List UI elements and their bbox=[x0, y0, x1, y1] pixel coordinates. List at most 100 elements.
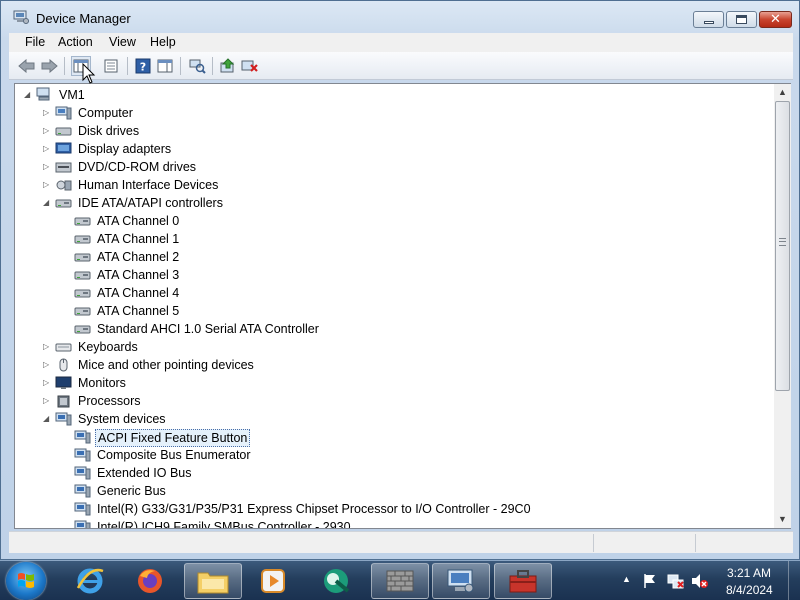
collapse-arrow-icon[interactable]: ◢ bbox=[43, 198, 52, 207]
keyboard-icon bbox=[55, 343, 72, 352]
tree-device-node[interactable]: Intel(R) G33/G31/P35/P31 Express Chipset… bbox=[15, 500, 775, 518]
window-title: Device Manager bbox=[36, 11, 131, 26]
tree-category-node[interactable]: ▷ Monitors bbox=[15, 374, 775, 392]
tree-device-node[interactable]: Generic Bus bbox=[15, 482, 775, 500]
collapse-arrow-icon[interactable]: ◢ bbox=[24, 90, 33, 99]
expand-arrow-icon[interactable]: ▷ bbox=[43, 108, 52, 117]
expand-arrow-icon[interactable]: ▷ bbox=[43, 126, 52, 135]
toolbar-separator bbox=[64, 57, 65, 75]
forward-button[interactable] bbox=[39, 56, 59, 76]
taskbar-toolbox[interactable] bbox=[494, 563, 552, 599]
scrollbar-thumb[interactable] bbox=[775, 101, 790, 391]
update-driver-button[interactable] bbox=[218, 56, 238, 76]
status-separator bbox=[695, 534, 696, 552]
taskbar-device-manager[interactable] bbox=[432, 563, 490, 599]
vertical-scrollbar[interactable]: ▲ ▼ bbox=[774, 84, 791, 528]
tree-device-node[interactable]: Intel(R) ICH9 Family SMBus Controller - … bbox=[15, 518, 775, 529]
uninstall-device-button[interactable] bbox=[240, 56, 260, 76]
menu-file[interactable]: File bbox=[25, 35, 45, 49]
firefox-icon bbox=[138, 569, 162, 593]
taskbar-media-player[interactable] bbox=[244, 563, 302, 599]
menu-bar: File Action View Help bbox=[9, 33, 793, 52]
tree-node-root[interactable]: ◢ VM1 bbox=[15, 86, 775, 104]
scroll-up-arrow-icon[interactable]: ▲ bbox=[774, 84, 791, 101]
tree-category-node[interactable]: ▷ Mice and other pointing devices bbox=[15, 356, 775, 374]
volume-muted-icon[interactable] bbox=[691, 572, 709, 590]
tree-device-node[interactable]: ATA Channel 3 bbox=[15, 266, 775, 284]
tree-category-node[interactable]: ▷ Processors bbox=[15, 392, 775, 410]
tree-device-node[interactable]: ATA Channel 1 bbox=[15, 230, 775, 248]
collapse-arrow-icon[interactable]: ◢ bbox=[43, 414, 52, 423]
tree-device-node[interactable]: ATA Channel 4 bbox=[15, 284, 775, 302]
tree-device-node[interactable]: Extended IO Bus bbox=[15, 464, 775, 482]
clock-time[interactable]: 3:21 AM bbox=[727, 566, 771, 580]
tree-device-node[interactable]: ATA Channel 0 bbox=[15, 212, 775, 230]
expand-arrow-icon[interactable]: ▷ bbox=[43, 162, 52, 171]
ide-controller-icon bbox=[55, 199, 72, 208]
tree-label: Monitors bbox=[78, 376, 126, 390]
toolbar-separator bbox=[180, 57, 181, 75]
scan-hardware-changes-button[interactable] bbox=[187, 56, 207, 76]
menu-action[interactable]: Action bbox=[58, 35, 93, 49]
tree-label: Computer bbox=[78, 106, 133, 120]
hid-icon bbox=[56, 180, 72, 191]
windows-logo-icon bbox=[18, 573, 34, 588]
tree-category-node[interactable]: ▷ Display adapters bbox=[15, 140, 775, 158]
tree-device-node[interactable]: ATA Channel 2 bbox=[15, 248, 775, 266]
close-button[interactable]: ✕ bbox=[759, 11, 792, 28]
tree-category-node[interactable]: ◢ System devices bbox=[15, 410, 775, 428]
tree-category-node[interactable]: ▷ Disk drives bbox=[15, 122, 775, 140]
expand-arrow-icon[interactable]: ▷ bbox=[43, 144, 52, 153]
expand-arrow-icon[interactable]: ▷ bbox=[43, 180, 52, 189]
tree-label: Intel(R) ICH9 Family SMBus Controller - … bbox=[97, 520, 351, 529]
tree-category-node[interactable]: ◢ IDE ATA/ATAPI controllers bbox=[15, 194, 775, 212]
tree-device-node[interactable]: Composite Bus Enumerator bbox=[15, 446, 775, 464]
network-icon[interactable] bbox=[667, 572, 685, 590]
minimize-button[interactable] bbox=[693, 11, 724, 28]
tree-category-node[interactable]: ▷ DVD/CD-ROM drives bbox=[15, 158, 775, 176]
action-center-flag-icon[interactable] bbox=[643, 573, 657, 589]
system-device-icon bbox=[74, 520, 91, 528]
help-button[interactable]: ? bbox=[133, 56, 153, 76]
menu-view[interactable]: View bbox=[109, 35, 136, 49]
system-device-icon bbox=[74, 466, 91, 480]
taskbar-file-explorer[interactable] bbox=[184, 563, 242, 599]
tree-device-node[interactable]: ACPI Fixed Feature Button bbox=[15, 428, 775, 447]
uninstall-icon bbox=[241, 60, 258, 72]
show-hidden-icons-icon[interactable]: ▲ bbox=[622, 574, 631, 584]
maximize-icon bbox=[736, 15, 747, 24]
tree-label: Intel(R) G33/G31/P35/P31 Express Chipset… bbox=[97, 502, 531, 516]
mouse-icon bbox=[59, 358, 68, 372]
tree-label: IDE ATA/ATAPI controllers bbox=[78, 196, 223, 210]
taskbar-firewall[interactable] bbox=[371, 563, 429, 599]
tree-device-node[interactable]: ATA Channel 5 bbox=[15, 302, 775, 320]
ide-controller-icon bbox=[74, 289, 91, 298]
scroll-down-arrow-icon[interactable]: ▼ bbox=[774, 511, 791, 528]
expand-arrow-icon[interactable]: ▷ bbox=[43, 378, 52, 387]
menu-help[interactable]: Help bbox=[150, 35, 176, 49]
expand-arrow-icon[interactable]: ▷ bbox=[43, 360, 52, 369]
expand-arrow-icon[interactable]: ▷ bbox=[43, 342, 52, 351]
back-button[interactable] bbox=[17, 56, 37, 76]
tree-label: ATA Channel 1 bbox=[97, 232, 180, 246]
expand-arrow-icon[interactable]: ▷ bbox=[43, 396, 52, 405]
status-separator bbox=[593, 534, 594, 552]
taskbar-app[interactable] bbox=[307, 563, 365, 599]
show-action-pane-button[interactable] bbox=[155, 56, 175, 76]
taskbar-firefox[interactable] bbox=[121, 563, 179, 599]
computer-icon bbox=[55, 106, 72, 120]
maximize-button[interactable] bbox=[726, 11, 757, 28]
title-bar[interactable]: Device Manager ✕ bbox=[1, 1, 799, 33]
disk-drive-icon bbox=[55, 127, 72, 136]
tree-category-node[interactable]: ▷ Computer bbox=[15, 104, 775, 122]
show-desktop-button[interactable] bbox=[788, 561, 800, 600]
tree-category-node[interactable]: ▷ Keyboards bbox=[15, 338, 775, 356]
start-button[interactable] bbox=[6, 562, 46, 600]
clock-date[interactable]: 8/4/2024 bbox=[726, 583, 773, 597]
properties-view-button[interactable] bbox=[101, 56, 121, 76]
device-tree[interactable]: ◢ VM1 ▷ Computer ▷ Disk drives ▷ Display adap… bbox=[14, 83, 791, 529]
forward-arrow-icon bbox=[41, 59, 58, 73]
tree-category-node[interactable]: ▷ Human Interface Devices bbox=[15, 176, 775, 194]
taskbar-internet-explorer[interactable] bbox=[61, 563, 119, 599]
tree-device-node[interactable]: Standard AHCI 1.0 Serial ATA Controller bbox=[15, 320, 775, 338]
